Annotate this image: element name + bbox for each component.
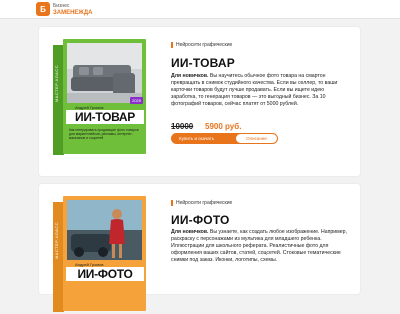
description-lead: Для новичков. [171,73,209,79]
box-title: ИИ-ТОВАР [66,110,144,124]
logo-bottom-text: ЗАМЕНЕЖДА [53,9,93,16]
box-cover: 2025 Андрей Громов ИИ-ТОВАР Как генериро… [63,39,146,154]
top-header: Б Бизнес ЗАМЕНЕЖДА [0,0,400,19]
product-box-image[interactable]: МАСТЕР-КЛАСС 2025 Андрей Громов ИИ-ТОВАР… [53,39,148,157]
box-year-badge: 2025 [130,97,143,104]
logo-text: Бизнес ЗАМЕНЕЖДА [53,3,92,16]
description-button[interactable]: Описание [235,133,278,144]
product-card-ai-photo: МАСТЕР-КЛАСС Андрей Громов ИИ-ФОТО Нейро… [38,183,361,312]
box-cover: Андрей Громов ИИ-ФОТО [63,196,146,311]
product-box-image[interactable]: МАСТЕР-КЛАСС Андрей Громов ИИ-ФОТО [53,196,148,314]
box-spine-text: МАСТЕР-КЛАСС [54,222,59,260]
new-price: 5900 руб. [205,122,242,131]
box-description: Как генерировать продающие фото товаров … [69,128,139,141]
product-title[interactable]: ИИ-ТОВАР [171,56,235,70]
description-button-label: Описание [246,136,267,141]
logo-mark-icon: Б [36,2,50,16]
product-title[interactable]: ИИ-ФОТО [171,213,230,227]
woman-car-photo [67,200,142,260]
sofa-photo [67,43,142,103]
logo-top-text: Бизнес [53,2,70,9]
box-title: ИИ-ФОТО [66,267,144,281]
old-price: 10000 [171,122,194,131]
site-logo[interactable]: Б Бизнес ЗАМЕНЕЖДА [36,2,92,16]
product-description: Для новичков. Вы научитесь обычное фото … [171,73,349,108]
box-spine-text: МАСТЕР-КЛАСС [54,65,59,103]
category-tag[interactable]: Нейросети графические [171,42,232,48]
category-tag[interactable]: Нейросети графические [171,200,232,206]
product-card-ai-product: МАСТЕР-КЛАСС 2025 Андрей Громов ИИ-ТОВАР… [38,26,361,177]
product-description: Для новичков. Вы узнаете, как создать лю… [171,229,349,264]
buy-button-label: Купить и скачать [179,136,215,141]
description-lead: Для новичков. [171,229,209,235]
